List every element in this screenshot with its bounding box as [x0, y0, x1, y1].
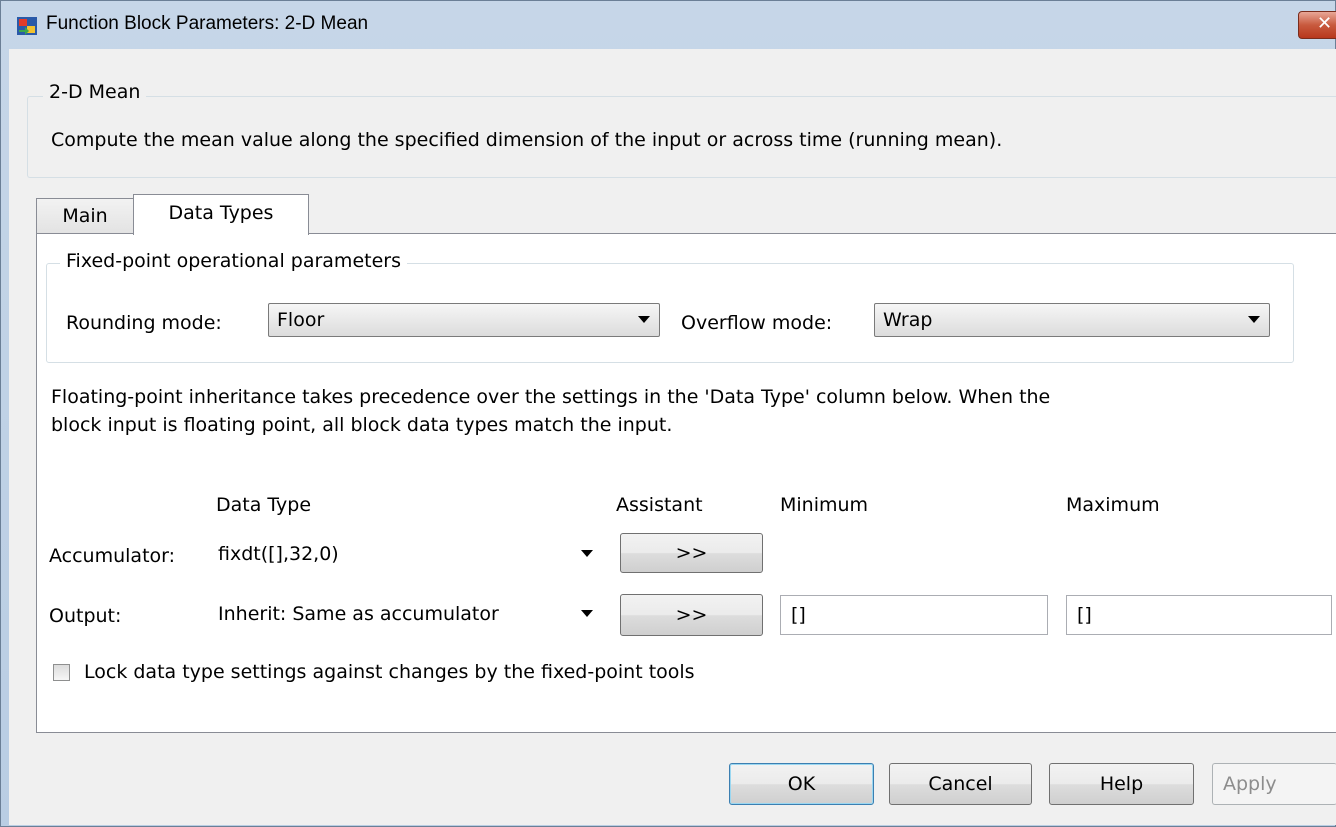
note-line-2: block input is floating point, all block…	[51, 414, 673, 436]
cancel-button[interactable]: Cancel	[889, 763, 1032, 805]
tab-main[interactable]: Main	[36, 198, 134, 233]
tab-data-types-label: Data Types	[168, 202, 274, 224]
help-button-label: Help	[1099, 773, 1144, 795]
overflow-mode-select[interactable]: Wrap	[874, 303, 1270, 337]
accumulator-data-type-value: fixdt([],32,0)	[218, 543, 339, 565]
rounding-mode-label: Rounding mode:	[66, 312, 222, 334]
block-description-text: Compute the mean value along the specifi…	[51, 129, 1003, 151]
chevron-down-icon	[1248, 316, 1260, 323]
tab-main-label: Main	[62, 205, 108, 227]
header-maximum: Maximum	[1066, 494, 1160, 516]
header-minimum: Minimum	[780, 494, 869, 516]
output-assistant-label: >>	[675, 604, 708, 626]
tab-data-types[interactable]: Data Types	[133, 194, 309, 235]
simulink-block-icon	[17, 17, 37, 35]
overflow-mode-label: Overflow mode:	[681, 312, 833, 334]
ok-button-label: OK	[787, 773, 816, 795]
apply-button[interactable]: Apply	[1212, 763, 1336, 805]
chevron-down-icon	[638, 316, 650, 323]
accumulator-assistant-button[interactable]: >>	[620, 533, 763, 573]
header-assistant: Assistant	[616, 494, 703, 516]
chevron-down-icon	[581, 610, 593, 617]
output-maximum-value: []	[1077, 604, 1092, 626]
window-title: Function Block Parameters: 2-D Mean	[46, 13, 369, 34]
header-data-type: Data Type	[216, 494, 312, 516]
overflow-mode-value: Wrap	[883, 309, 933, 331]
accumulator-label: Accumulator:	[49, 545, 176, 567]
cancel-button-label: Cancel	[928, 773, 993, 795]
chevron-down-icon	[581, 550, 593, 557]
rounding-mode-value: Floor	[277, 309, 325, 331]
lock-data-type-label[interactable]: Lock data type settings against changes …	[84, 661, 695, 683]
lock-data-type-checkbox[interactable]	[53, 664, 70, 681]
accumulator-assistant-label: >>	[675, 542, 708, 564]
output-assistant-button[interactable]: >>	[620, 594, 763, 636]
apply-button-label: Apply	[1223, 773, 1277, 795]
output-label: Output:	[49, 605, 122, 627]
output-data-type-value: Inherit: Same as accumulator	[218, 603, 499, 625]
dialog-window: Function Block Parameters: 2-D Mean ✕ 2-…	[0, 0, 1336, 827]
block-name-legend: 2-D Mean	[43, 81, 147, 103]
note-line-1: Floating-point inheritance takes precede…	[51, 386, 1051, 408]
ok-button[interactable]: OK	[729, 763, 874, 805]
close-icon: ✕	[1317, 13, 1333, 34]
fixed-point-legend: Fixed-point operational parameters	[60, 250, 407, 272]
close-button[interactable]: ✕	[1298, 11, 1336, 39]
output-minimum-field[interactable]: []	[780, 595, 1048, 635]
output-minimum-value: []	[791, 604, 806, 626]
output-data-type-select[interactable]: Inherit: Same as accumulator	[209, 597, 603, 631]
output-maximum-field[interactable]: []	[1066, 595, 1332, 635]
help-button[interactable]: Help	[1049, 763, 1194, 805]
accumulator-data-type-select[interactable]: fixdt([],32,0)	[209, 537, 603, 571]
title-bar[interactable]: Function Block Parameters: 2-D Mean ✕	[1, 1, 1336, 49]
rounding-mode-select[interactable]: Floor	[268, 303, 660, 337]
